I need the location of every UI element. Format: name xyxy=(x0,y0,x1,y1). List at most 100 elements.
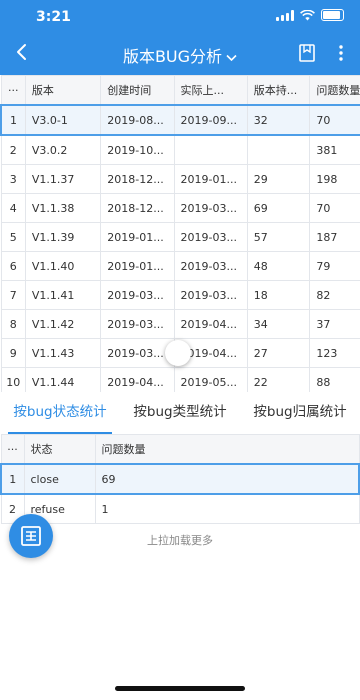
cell-count[interactable]: 70 xyxy=(309,104,360,136)
cell-duration[interactable]: 48 xyxy=(246,251,311,281)
cell-created[interactable]: 2019-01... xyxy=(100,222,175,252)
cell-created[interactable]: 2019-03... xyxy=(100,338,175,368)
cell-count[interactable]: 381 xyxy=(309,134,360,165)
cell-version[interactable]: V1.1.44 xyxy=(24,367,102,392)
cell-actual[interactable]: 2019-03... xyxy=(173,251,248,281)
cell-created[interactable]: 2019-03... xyxy=(100,280,175,310)
tab-by-owner[interactable]: 按bug归属统计 xyxy=(240,392,360,434)
col-count-header[interactable]: 问题数量 xyxy=(309,75,360,106)
cell-status[interactable]: close xyxy=(23,463,96,495)
col-version-header[interactable]: 版本 xyxy=(24,75,102,106)
col-actual-header[interactable]: 实际上... xyxy=(173,75,248,106)
cell-version[interactable]: V1.1.37 xyxy=(24,164,102,194)
cell-version[interactable]: V1.1.41 xyxy=(24,280,102,310)
status-stats-table: ··· 状态 问题数量 1 close 69 2 refuse 1 xyxy=(0,434,360,524)
col-count-header[interactable]: 问题数量 xyxy=(94,434,360,465)
cell-duration[interactable]: 27 xyxy=(246,338,311,368)
cell-actual[interactable]: 2019-05... xyxy=(173,367,248,392)
floating-action-button[interactable] xyxy=(9,514,53,558)
col-duration-header[interactable]: 版本持... xyxy=(246,75,311,106)
status-time: 3:21 xyxy=(36,9,71,25)
row-index[interactable]: 10 xyxy=(0,367,26,392)
table-header-row: ··· 状态 问题数量 xyxy=(0,434,360,465)
cell-count[interactable]: 82 xyxy=(309,280,360,310)
cell-duration[interactable] xyxy=(246,134,311,165)
page-title-text: 版本BUG分析 xyxy=(122,47,223,66)
cell-duration[interactable]: 57 xyxy=(246,222,311,252)
cell-version[interactable]: V1.1.40 xyxy=(24,251,102,281)
col-status-header[interactable]: 状态 xyxy=(23,434,96,465)
cell-version[interactable]: V1.1.38 xyxy=(24,193,102,223)
table-menu-icon[interactable]: ··· xyxy=(0,75,26,106)
row-index[interactable]: 6 xyxy=(0,251,26,281)
cell-version[interactable]: V1.1.39 xyxy=(24,222,102,252)
chevron-down-icon xyxy=(226,51,237,65)
tab-by-status[interactable]: 按bug状态统计 xyxy=(0,392,120,434)
row-index[interactable]: 9 xyxy=(0,338,26,368)
cell-duration[interactable]: 29 xyxy=(246,164,311,194)
cell-duration[interactable]: 69 xyxy=(246,193,311,223)
row-index[interactable]: 7 xyxy=(0,280,26,310)
table-row[interactable]: 3 V1.1.37 2018-12... 2019-01... 29 198 xyxy=(0,164,360,194)
cell-actual[interactable]: 2019-01... xyxy=(173,164,248,194)
status-icons xyxy=(276,9,344,21)
cell-count[interactable]: 88 xyxy=(309,367,360,392)
cell-actual[interactable]: 2019-03... xyxy=(173,193,248,223)
table-row[interactable]: 2 V3.0.2 2019-10... 381 xyxy=(0,134,360,165)
row-index[interactable]: 3 xyxy=(0,164,26,194)
load-more-text: 上拉加载更多 xyxy=(147,534,213,547)
cell-created[interactable]: 2019-08... xyxy=(100,104,175,136)
row-index[interactable]: 2 xyxy=(0,134,26,165)
table-menu-icon[interactable]: ··· xyxy=(0,434,25,465)
tab-by-type[interactable]: 按bug类型统计 xyxy=(120,392,240,434)
cell-count[interactable]: 70 xyxy=(309,193,360,223)
row-index[interactable]: 4 xyxy=(0,193,26,223)
cell-duration[interactable]: 18 xyxy=(246,280,311,310)
table-row[interactable]: 10 V1.1.44 2019-04... 2019-05... 22 88 xyxy=(0,367,360,392)
cell-actual[interactable]: 2019-04... xyxy=(173,309,248,339)
cell-count[interactable]: 1 xyxy=(94,493,360,524)
cell-count[interactable]: 123 xyxy=(309,338,360,368)
cell-actual[interactable]: 2019-09... xyxy=(173,104,248,136)
cell-actual[interactable]: 2019-03... xyxy=(173,222,248,252)
cell-version[interactable]: V1.1.43 xyxy=(24,338,102,368)
cell-created[interactable]: 2018-12... xyxy=(100,164,175,194)
cell-duration[interactable]: 22 xyxy=(246,367,311,392)
signal-icon xyxy=(276,9,294,21)
cell-count[interactable]: 198 xyxy=(309,164,360,194)
table-row[interactable]: 1 close 69 xyxy=(0,463,360,495)
cell-duration[interactable]: 32 xyxy=(246,104,311,136)
cell-duration[interactable]: 34 xyxy=(246,309,311,339)
bookmark-icon[interactable] xyxy=(296,42,318,64)
col-created-header[interactable]: 创建时间 xyxy=(100,75,175,106)
table-row[interactable]: 2 refuse 1 xyxy=(0,493,360,524)
table-row[interactable]: 4 V1.1.38 2018-12... 2019-03... 69 70 xyxy=(0,193,360,223)
cell-count[interactable]: 69 xyxy=(94,463,360,495)
cell-created[interactable]: 2019-10... xyxy=(100,134,175,165)
row-index[interactable]: 8 xyxy=(0,309,26,339)
scroll-handle[interactable] xyxy=(165,340,191,366)
home-indicator xyxy=(115,686,245,691)
table-row[interactable]: 7 V1.1.41 2019-03... 2019-03... 18 82 xyxy=(0,280,360,310)
cell-created[interactable]: 2019-03... xyxy=(100,309,175,339)
cell-created[interactable]: 2019-01... xyxy=(100,251,175,281)
cell-count[interactable]: 37 xyxy=(309,309,360,339)
cell-actual[interactable]: 2019-03... xyxy=(173,280,248,310)
row-index[interactable]: 1 xyxy=(0,463,25,495)
cell-created[interactable]: 2018-12... xyxy=(100,193,175,223)
table-row[interactable]: 8 V1.1.42 2019-03... 2019-04... 34 37 xyxy=(0,309,360,339)
cell-version[interactable]: V3.0.2 xyxy=(24,134,102,165)
more-vertical-icon[interactable] xyxy=(330,42,352,64)
stats-tabs: 按bug状态统计 按bug类型统计 按bug归属统计 xyxy=(0,392,360,434)
cell-version[interactable]: V1.1.42 xyxy=(24,309,102,339)
cell-created[interactable]: 2019-04... xyxy=(100,367,175,392)
cell-count[interactable]: 187 xyxy=(309,222,360,252)
row-index[interactable]: 1 xyxy=(0,104,26,136)
table-row[interactable]: 5 V1.1.39 2019-01... 2019-03... 57 187 xyxy=(0,222,360,252)
cell-version[interactable]: V3.0-1 xyxy=(24,104,102,136)
table-row[interactable]: 6 V1.1.40 2019-01... 2019-03... 48 79 xyxy=(0,251,360,281)
table-row[interactable]: 1 V3.0-1 2019-08... 2019-09... 32 70 xyxy=(0,104,360,136)
cell-count[interactable]: 79 xyxy=(309,251,360,281)
cell-actual[interactable] xyxy=(173,134,248,165)
row-index[interactable]: 5 xyxy=(0,222,26,252)
